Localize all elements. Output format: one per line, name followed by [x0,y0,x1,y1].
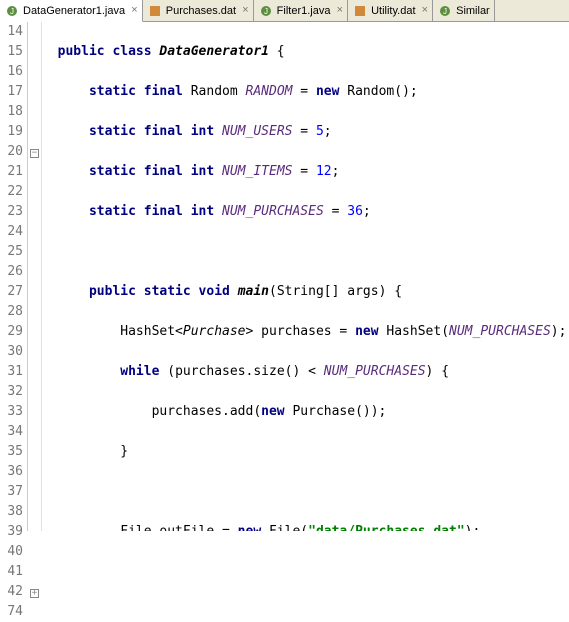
svg-text:J: J [264,7,268,16]
line-number: 20 [0,142,23,162]
line-number: 23 [0,202,23,222]
close-icon[interactable]: × [336,5,343,17]
data-file-icon [353,4,367,18]
tab-label: Similar [456,5,490,17]
close-icon[interactable]: × [131,5,138,17]
line-number: 36 [0,462,23,482]
tab-filter1[interactable]: J Filter1.java × [254,0,348,21]
java-file-icon: J [259,4,273,18]
line-number-gutter: 14 15 16 17 18 19 20 21 22 23 24 25 26 2… [0,22,28,531]
line-number: 29 [0,322,23,342]
line-number: 15 [0,42,23,62]
code-line[interactable]: File outFile = new File("data/Purchases.… [42,522,569,531]
line-number: 41 [0,562,23,582]
line-number: 17 [0,82,23,102]
java-file-icon: J [5,4,19,18]
line-number: 37 [0,482,23,502]
fold-toggle-collapse-icon[interactable]: − [30,149,39,158]
code-line[interactable]: purchases.add(new Purchase()); [42,402,569,422]
tab-utility-dat[interactable]: Utility.dat × [348,0,433,21]
code-editor[interactable]: 14 15 16 17 18 19 20 21 22 23 24 25 26 2… [0,22,569,531]
line-number: 42 [0,582,23,602]
svg-text:J: J [443,7,447,16]
tab-similar[interactable]: J Similar [433,0,495,21]
code-line[interactable]: while (purchases.size() < NUM_PURCHASES)… [42,362,569,382]
code-line[interactable]: static final Random RANDOM = new Random(… [42,82,569,102]
code-line[interactable]: static final int NUM_ITEMS = 12; [42,162,569,182]
line-number: 27 [0,282,23,302]
editor-tab-strip: J DataGenerator1.java × Purchases.dat × … [0,0,569,22]
data-file-icon [148,4,162,18]
close-icon[interactable]: × [242,5,249,17]
code-line[interactable]: static final int NUM_PURCHASES = 36; [42,202,569,222]
line-number: 38 [0,502,23,522]
tab-label: Filter1.java [277,5,331,17]
java-file-icon: J [438,4,452,18]
line-number: 35 [0,442,23,462]
line-number: 14 [0,22,23,42]
code-line[interactable]: public class DataGenerator1 { [42,42,569,62]
line-number: 74 [0,602,23,622]
code-line[interactable] [42,242,569,262]
fold-toggle-expand-icon[interactable]: + [30,589,39,598]
line-number: 34 [0,422,23,442]
line-number: 16 [0,62,23,82]
code-area[interactable]: public class DataGenerator1 { static fin… [42,22,569,531]
line-number: 21 [0,162,23,182]
line-number: 18 [0,102,23,122]
line-number: 30 [0,342,23,362]
code-line[interactable]: } [42,442,569,462]
line-number: 24 [0,222,23,242]
code-line[interactable]: HashSet<Purchase> purchases = new HashSe… [42,322,569,342]
tab-label: Utility.dat [371,5,415,17]
fold-column: − + [28,22,42,531]
tab-datagenerator1[interactable]: J DataGenerator1.java × [0,0,143,22]
code-line[interactable]: public static void main(String[] args) { [42,282,569,302]
line-number: 19 [0,122,23,142]
line-number: 28 [0,302,23,322]
code-line[interactable]: static final int NUM_USERS = 5; [42,122,569,142]
svg-text:J: J [10,7,14,16]
line-number: 26 [0,262,23,282]
line-number: 33 [0,402,23,422]
line-number: 31 [0,362,23,382]
line-number: 32 [0,382,23,402]
line-number: 40 [0,542,23,562]
line-number: 25 [0,242,23,262]
tab-label: DataGenerator1.java [23,5,125,17]
line-number: 39 [0,522,23,542]
tab-purchases-dat[interactable]: Purchases.dat × [143,0,254,21]
close-icon[interactable]: × [422,5,429,17]
tab-label: Purchases.dat [166,5,236,17]
code-line[interactable] [42,482,569,502]
line-number: 22 [0,182,23,202]
